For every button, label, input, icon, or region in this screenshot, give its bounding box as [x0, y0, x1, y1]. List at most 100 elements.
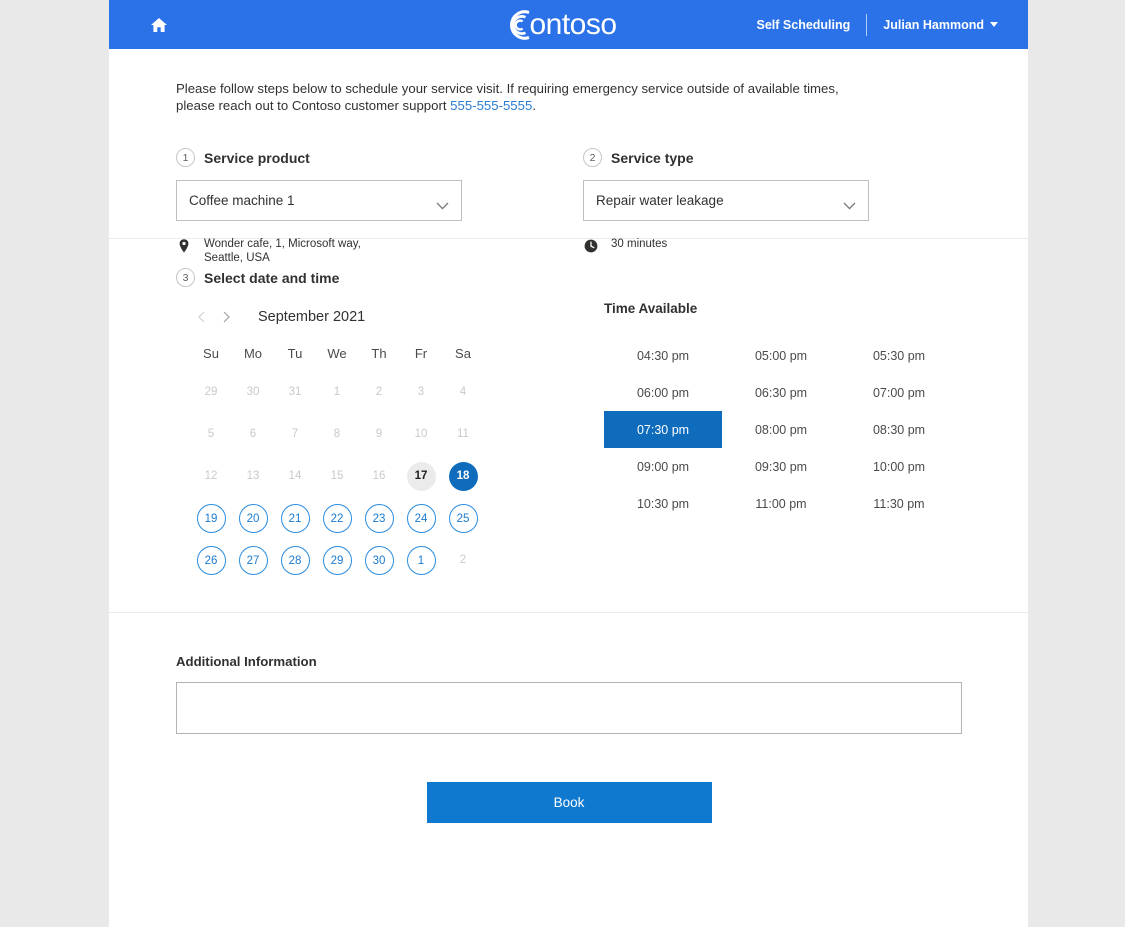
- prev-month-button[interactable]: [190, 306, 214, 328]
- calendar-cell: 1: [316, 371, 358, 413]
- time-slot[interactable]: 06:30 pm: [722, 374, 840, 411]
- intro-text: Please follow steps below to schedule yo…: [176, 80, 866, 114]
- calendar-day-24[interactable]: 24: [407, 504, 436, 533]
- step-1-number: 1: [176, 148, 195, 167]
- intro-line-2-prefix: please reach out to Contoso customer sup…: [176, 98, 450, 113]
- calendar-block: 3 Select date and time: [176, 268, 496, 612]
- service-type-value: Repair water leakage: [584, 193, 724, 208]
- app-header: ontoso Self Scheduling Julian Hammond: [109, 0, 1028, 49]
- calendar-cell: 7: [274, 413, 316, 455]
- calendar-weekday: Mo: [232, 336, 274, 371]
- time-slot[interactable]: 04:30 pm: [604, 337, 722, 374]
- calendar-day-31: 31: [281, 378, 310, 407]
- calendar-day-1: 1: [323, 378, 352, 407]
- calendar-day-23[interactable]: 23: [365, 504, 394, 533]
- calendar-cell: 21: [274, 497, 316, 539]
- calendar-weekday: Fr: [400, 336, 442, 371]
- next-month-button[interactable]: [214, 306, 238, 328]
- calendar-cell: 9: [358, 413, 400, 455]
- calendar-weekday: Sa: [442, 336, 484, 371]
- calendar-day-27[interactable]: 27: [239, 546, 268, 575]
- calendar-cell: 13: [232, 455, 274, 497]
- calendar-day-26[interactable]: 26: [197, 546, 226, 575]
- intro-line-1: Please follow steps below to schedule yo…: [176, 81, 839, 96]
- time-slot[interactable]: 10:30 pm: [604, 485, 722, 522]
- calendar-day-28[interactable]: 28: [281, 546, 310, 575]
- calendar-day-16: 16: [365, 462, 394, 491]
- page-root: ontoso Self Scheduling Julian Hammond Pl…: [0, 0, 1125, 927]
- calendar-day-1[interactable]: 1: [407, 546, 436, 575]
- time-slot[interactable]: 10:00 pm: [840, 448, 958, 485]
- calendar-cell: 8: [316, 413, 358, 455]
- user-name: Julian Hammond: [883, 18, 984, 32]
- calendar-day-5: 5: [197, 420, 226, 449]
- calendar-day-30[interactable]: 30: [365, 546, 394, 575]
- time-slot[interactable]: 07:30 pm: [604, 411, 722, 448]
- calendar-day-17[interactable]: 17: [407, 462, 436, 491]
- chevron-down-icon: [843, 197, 856, 205]
- time-slot[interactable]: 11:00 pm: [722, 485, 840, 522]
- time-slot[interactable]: 08:00 pm: [722, 411, 840, 448]
- calendar-cell: 11: [442, 413, 484, 455]
- home-icon[interactable]: [149, 15, 169, 35]
- calendar-weekday: Th: [358, 336, 400, 371]
- service-type-select[interactable]: Repair water leakage: [583, 180, 869, 221]
- calendar-day-29[interactable]: 29: [323, 546, 352, 575]
- calendar-day-18[interactable]: 18: [449, 462, 478, 491]
- calendar-day-3: 3: [407, 378, 436, 407]
- calendar-cell: 25: [442, 497, 484, 539]
- calendar-cell: 2: [442, 539, 484, 581]
- calendar-cell: 5: [190, 413, 232, 455]
- user-menu[interactable]: Julian Hammond: [867, 18, 1002, 32]
- calendar-cell: 23: [358, 497, 400, 539]
- chevron-down-icon: [436, 197, 449, 205]
- step-1-header: 1 Service product: [176, 148, 516, 167]
- header-actions: Self Scheduling Julian Hammond: [741, 0, 1002, 49]
- calendar-grid: SuMoTuWeThFrSa 2930311234567891011121314…: [190, 336, 484, 581]
- calendar-day-22[interactable]: 22: [323, 504, 352, 533]
- calendar-day-19[interactable]: 19: [197, 504, 226, 533]
- calendar-day-21[interactable]: 21: [281, 504, 310, 533]
- time-slot[interactable]: 09:30 pm: [722, 448, 840, 485]
- time-slot[interactable]: 05:00 pm: [722, 337, 840, 374]
- additional-info-label: Additional Information: [176, 654, 1028, 669]
- calendar-cell: 29: [316, 539, 358, 581]
- service-product-select[interactable]: Coffee machine 1: [176, 180, 462, 221]
- calendar-weekday: Tu: [274, 336, 316, 371]
- calendar-cell: 26: [190, 539, 232, 581]
- calendar-day-2: 2: [365, 378, 394, 407]
- calendar-day-10: 10: [407, 420, 436, 449]
- nav-self-scheduling[interactable]: Self Scheduling: [741, 18, 867, 32]
- calendar-cell: 1: [400, 539, 442, 581]
- calendar-cell: 20: [232, 497, 274, 539]
- step-3-number: 3: [176, 268, 195, 287]
- section-additional-info: Additional Information Book: [109, 613, 1028, 823]
- book-button[interactable]: Book: [427, 782, 712, 823]
- support-phone-link[interactable]: 555-555-5555: [450, 98, 532, 113]
- calendar-week-row: 567891011: [190, 413, 484, 455]
- time-slot[interactable]: 09:00 pm: [604, 448, 722, 485]
- calendar-day-4: 4: [449, 378, 478, 407]
- additional-info-input[interactable]: [176, 682, 962, 734]
- step-2-number: 2: [583, 148, 602, 167]
- calendar-cell: 30: [232, 371, 274, 413]
- calendar-day-25[interactable]: 25: [449, 504, 478, 533]
- calendar-day-20[interactable]: 20: [239, 504, 268, 533]
- service-product-block: 1 Service product Coffee machine 1: [176, 148, 516, 238]
- time-slot[interactable]: 11:30 pm: [840, 485, 958, 522]
- calendar-day-12: 12: [197, 462, 226, 491]
- content-panel: ontoso Self Scheduling Julian Hammond Pl…: [109, 0, 1028, 927]
- calendar-day-2: 2: [449, 546, 478, 575]
- calendar-cell: 28: [274, 539, 316, 581]
- time-slot[interactable]: 06:00 pm: [604, 374, 722, 411]
- calendar-week-row: 12131415161718: [190, 455, 484, 497]
- calendar-day-8: 8: [323, 420, 352, 449]
- calendar-month-label: September 2021: [258, 309, 365, 325]
- time-slot[interactable]: 07:00 pm: [840, 374, 958, 411]
- time-slot[interactable]: 05:30 pm: [840, 337, 958, 374]
- calendar-week-row: 26 27 28 29 30 12: [190, 539, 484, 581]
- calendar-cell: 3: [400, 371, 442, 413]
- calendar-cell: 15: [316, 455, 358, 497]
- step-3-title: Select date and time: [204, 270, 339, 286]
- time-slot[interactable]: 08:30 pm: [840, 411, 958, 448]
